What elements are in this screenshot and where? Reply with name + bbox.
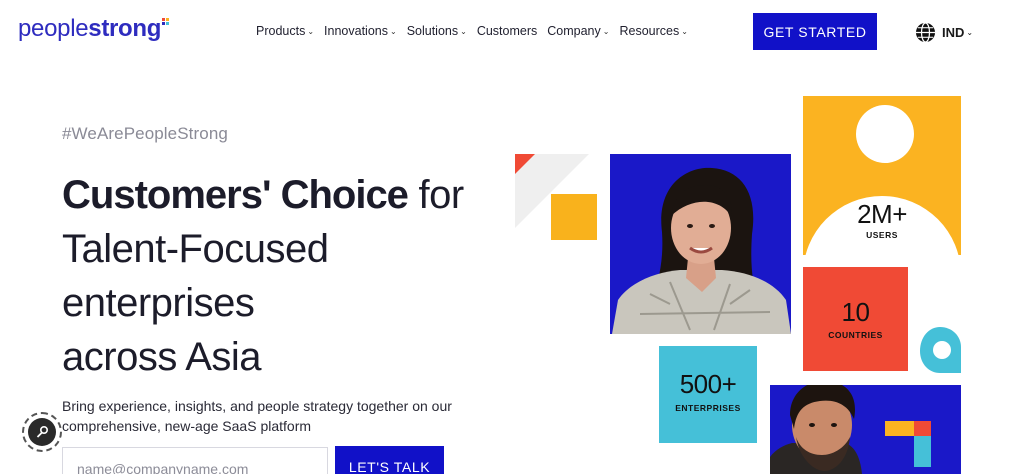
nav-solutions[interactable]: Solutions ⌄ bbox=[407, 24, 467, 38]
site-header: people strong Products ⌄ Innovations ⌄ Solu… bbox=[0, 0, 1024, 64]
globe-icon bbox=[915, 22, 936, 43]
customer-photo-woman bbox=[610, 154, 791, 334]
customer-photo-man bbox=[770, 385, 961, 474]
nav-products[interactable]: Products ⌄ bbox=[256, 24, 314, 38]
logo-text-people: people bbox=[18, 15, 89, 42]
decorative-drop bbox=[920, 327, 961, 373]
headline-line2: Talent-Focused bbox=[62, 227, 329, 271]
chevron-down-icon: ⌄ bbox=[966, 28, 974, 37]
chevron-down-icon: ⌄ bbox=[307, 27, 315, 36]
main-nav: Products ⌄ Innovations ⌄ Solutions ⌄ Custom… bbox=[256, 24, 698, 38]
stat-countries-label: COUNTRIES bbox=[828, 330, 883, 340]
nav-label: Company bbox=[547, 24, 601, 38]
stat-countries-value: 10 bbox=[841, 297, 870, 327]
stat-enterprises-value: 500+ bbox=[679, 369, 737, 399]
stat-enterprises-label: ENTERPRISES bbox=[675, 403, 741, 413]
stat-card-enterprises: 500+ ENTERPRISES bbox=[659, 346, 757, 443]
lets-talk-button[interactable]: LET'S TALK bbox=[335, 446, 444, 474]
stat-card-countries: 10 COUNTRIES bbox=[803, 267, 908, 371]
logo-text-strong: strong bbox=[88, 15, 162, 42]
region-selector[interactable]: IND ⌄ bbox=[915, 22, 973, 43]
chevron-down-icon: ⌄ bbox=[602, 27, 610, 36]
nav-company[interactable]: Company ⌄ bbox=[547, 24, 609, 38]
headline-bold: Customers' Choice bbox=[62, 173, 409, 217]
stat-card-users: 2M+ USERS bbox=[803, 96, 961, 255]
hero-headline: Customers' Choice for Talent-Focused ent… bbox=[62, 168, 492, 384]
peoplestrong-logo[interactable]: people strong bbox=[18, 15, 170, 43]
nav-label: Customers bbox=[476, 24, 538, 38]
get-started-button[interactable]: GET STARTED bbox=[753, 13, 877, 50]
nav-resources[interactable]: Resources ⌄ bbox=[619, 24, 687, 38]
brand-mark-icon bbox=[885, 421, 931, 467]
chevron-down-icon: ⌄ bbox=[681, 27, 688, 36]
decorative-square bbox=[551, 194, 597, 240]
logo-mark-icon bbox=[162, 18, 170, 28]
region-label: IND bbox=[942, 25, 965, 40]
chevron-down-icon: ⌄ bbox=[460, 27, 467, 36]
hero-subtext: Bring experience, insights, and people s… bbox=[62, 398, 452, 434]
stat-users-label: USERS bbox=[866, 230, 898, 240]
nav-label: Resources bbox=[619, 24, 680, 38]
headline-line3: enterprises bbox=[62, 281, 255, 325]
chevron-down-icon: ⌄ bbox=[389, 27, 397, 36]
email-field[interactable] bbox=[62, 447, 328, 474]
stat-users-value: 2M+ bbox=[857, 199, 907, 229]
nav-label: Innovations bbox=[324, 24, 388, 38]
nav-innovations[interactable]: Innovations ⌄ bbox=[324, 24, 397, 38]
user-avatar-icon bbox=[856, 105, 914, 163]
nav-label: Solutions bbox=[406, 24, 459, 38]
headline-line4: across Asia bbox=[62, 335, 262, 379]
nav-customers[interactable]: Customers bbox=[477, 24, 537, 38]
chat-icon bbox=[28, 418, 56, 446]
chat-widget-button[interactable] bbox=[22, 412, 62, 452]
nav-label: Products bbox=[256, 24, 306, 38]
headline-part1: for bbox=[407, 173, 465, 217]
hero-hashtag: #WeArePeopleStrong bbox=[62, 124, 228, 143]
